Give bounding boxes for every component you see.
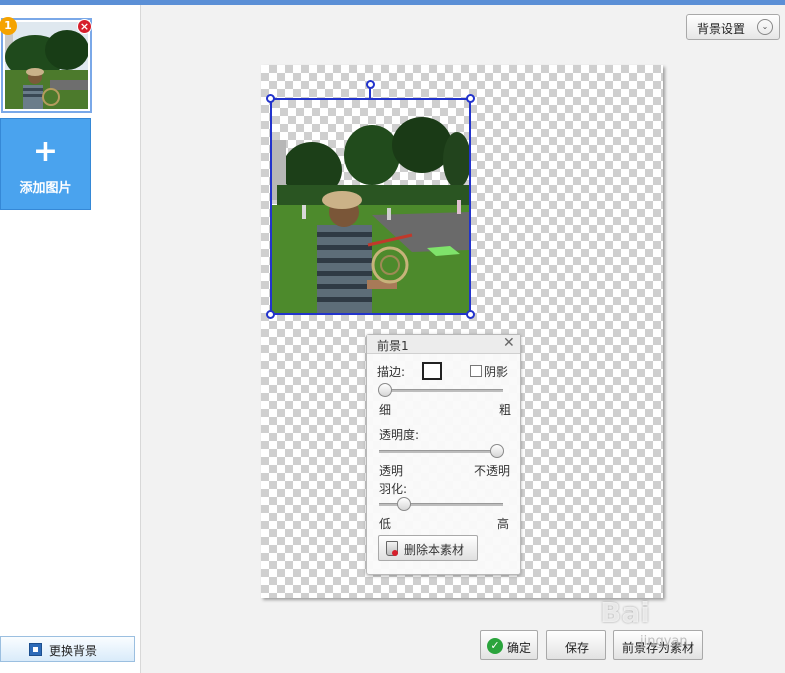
confirm-button[interactable]: ✓ 确定 [480, 630, 538, 660]
save-button[interactable]: 保存 [546, 630, 606, 660]
add-image-label: 添加图片 [19, 181, 72, 196]
plus-icon: + [32, 134, 59, 169]
panel-header: 前景1 ✕ [367, 335, 520, 354]
stroke-label: 描边: [377, 365, 406, 379]
feather-max-label: 高 [497, 517, 510, 531]
change-background-button[interactable]: 更换背景 [0, 636, 135, 662]
opacity-max-label: 不透明 [474, 464, 511, 478]
resize-handle-top-right[interactable] [466, 94, 475, 103]
save-foreground-as-material-button[interactable]: 前景存为素材 [613, 630, 703, 660]
feather-label: 羽化: [379, 482, 408, 496]
stroke-color-swatch[interactable] [422, 362, 442, 380]
close-icon[interactable]: ✕ [503, 335, 515, 351]
rotate-handle[interactable] [366, 80, 375, 89]
trash-icon [386, 541, 398, 556]
delete-material-button[interactable]: 删除本素材 [378, 535, 478, 561]
foreground-properties-panel: 前景1 ✕ 描边: 阴影 细 粗 透明度: 透明 不透明 羽化: 低 高 删除本… [366, 334, 521, 575]
stroke-min-label: 细 [379, 403, 392, 417]
stroke-slider-knob[interactable] [378, 383, 393, 397]
check-icon: ✓ [487, 638, 503, 654]
remove-image-icon[interactable]: × [77, 19, 92, 34]
feather-slider-knob[interactable] [396, 497, 411, 511]
left-panel: 1 × + 添加图片 更换背景 [0, 5, 141, 673]
add-image-button[interactable]: + 添加图片 [0, 118, 91, 210]
resize-handle-bottom-right[interactable] [466, 310, 475, 319]
stroke-max-label: 粗 [499, 403, 512, 417]
opacity-slider-track[interactable] [379, 450, 503, 453]
panel-title: 前景1 [377, 339, 409, 353]
opacity-slider-knob[interactable] [489, 444, 504, 458]
rotate-handle-line [369, 88, 371, 98]
opacity-min-label: 透明 [379, 464, 404, 478]
change-background-icon [29, 643, 42, 656]
chevron-down-icon: ⌄ [757, 19, 773, 35]
save-label: 保存 [565, 641, 590, 655]
stroke-slider-track[interactable] [379, 389, 503, 392]
shadow-label: 阴影 [484, 365, 509, 379]
background-settings-label: 背景设置 [697, 22, 746, 36]
feather-min-label: 低 [379, 517, 392, 531]
thumbnail-photo [5, 22, 88, 109]
background-settings-button[interactable]: 背景设置 ⌄ [686, 14, 780, 40]
resize-handle-top-left[interactable] [266, 94, 275, 103]
resize-handle-bottom-left[interactable] [266, 310, 275, 319]
delete-material-label: 删除本素材 [404, 543, 465, 557]
foreground-layer[interactable] [270, 98, 471, 315]
shadow-checkbox[interactable] [470, 365, 482, 377]
confirm-label: 确定 [507, 641, 532, 655]
save-foreground-label: 前景存为素材 [622, 641, 695, 655]
opacity-label: 透明度: [379, 428, 420, 442]
change-background-label: 更换背景 [49, 644, 98, 658]
image-thumbnail[interactable]: 1 × [0, 17, 92, 113]
watermark-text: Bai [600, 596, 650, 629]
foreground-photo [272, 100, 469, 313]
